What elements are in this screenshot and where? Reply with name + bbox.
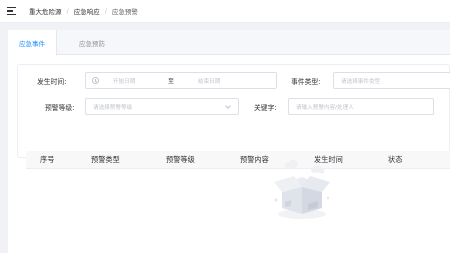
event-type-placeholder: 请选择事件类型 (341, 78, 381, 85)
breadcrumb-separator: / (66, 7, 69, 15)
column-header-index: 序号 (40, 155, 55, 164)
filter-panel: 发生时间: 开始日期 至 结束日期 事件类型: 请选择事件类型 预警等级: 请选… (17, 64, 450, 158)
breadcrumb: 重大危险源 / 应急响应 / 应急预警 (29, 6, 138, 16)
breadcrumb-separator: / (104, 7, 107, 15)
clock-icon (92, 77, 99, 84)
column-header-warning-type: 预警类型 (91, 155, 120, 164)
table-header: 序号 预警类型 预警等级 预警内容 发生时间 状态 (26, 151, 450, 169)
date-range-picker[interactable]: 开始日期 至 结束日期 (85, 72, 277, 89)
keyword-input[interactable]: 请输入预警内容/处理人 (288, 98, 434, 115)
end-date-input[interactable]: 结束日期 (198, 77, 220, 85)
breadcrumb-item-hazard-source[interactable]: 重大危险源 (29, 6, 62, 16)
column-header-warning-level: 预警等级 (166, 155, 195, 164)
column-header-warning-content: 预警内容 (240, 155, 269, 164)
event-type-label: 事件类型: (291, 78, 321, 86)
tab-bar: 应急事件 应急预防 (8, 30, 450, 56)
event-type-select[interactable]: 请选择事件类型 (333, 72, 450, 89)
tab-emergency-events[interactable]: 应急事件 (8, 30, 57, 56)
level-label: 预警等级: (45, 104, 75, 112)
main-card: 应急事件 应急预防 发生时间: 开始日期 至 结束日期 事件类型: 请选择事件类… (8, 30, 450, 253)
data-table: 序号 预警类型 预警等级 预警内容 发生时间 状态 (26, 151, 450, 253)
range-separator: 至 (168, 78, 175, 85)
keyword-placeholder: 请输入预警内容/处理人 (296, 104, 354, 111)
column-header-status: 状态 (388, 155, 403, 164)
tab-emergency-prevention[interactable]: 应急预防 (57, 30, 127, 55)
breadcrumb-item-emergency-warning: 应急预警 (111, 8, 138, 16)
time-label: 发生时间: (37, 78, 67, 86)
start-date-input[interactable]: 开始日期 (113, 77, 135, 85)
chevron-down-icon (225, 103, 231, 109)
level-placeholder: 请选择预警等级 (93, 104, 133, 111)
keyword-label: 关键字: (254, 104, 277, 112)
level-select[interactable]: 请选择预警等级 (85, 98, 239, 115)
empty-data-illustration (274, 160, 330, 219)
breadcrumb-item-emergency-response[interactable]: 应急响应 (74, 6, 100, 16)
hamburger-menu-icon[interactable] (7, 7, 16, 15)
top-bar: 重大危险源 / 应急响应 / 应急预警 (0, 0, 450, 23)
